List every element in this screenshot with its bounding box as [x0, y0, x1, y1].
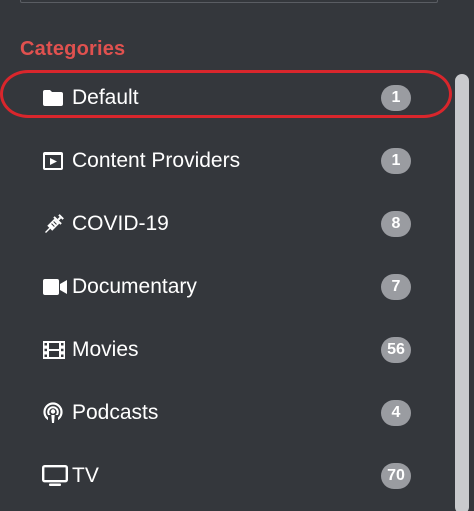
category-item-covid-19[interactable]: COVID-19 8	[0, 192, 452, 255]
category-label: COVID-19	[72, 211, 169, 235]
category-list: Default 1 Content Providers 1 COVID-19 8…	[0, 66, 452, 507]
top-search-box-edge	[20, 0, 438, 3]
category-item-documentary[interactable]: Documentary 7	[0, 255, 452, 318]
video-camera-icon	[42, 276, 68, 298]
category-label: Movies	[72, 337, 139, 361]
folder-icon	[42, 87, 68, 109]
tv-icon	[42, 464, 68, 487]
category-label: Default	[72, 85, 139, 109]
scrollbar-thumb[interactable]	[455, 74, 469, 511]
count-badge: 8	[381, 210, 411, 237]
categories-panel: Categories Default 1 Content Providers 1	[0, 0, 474, 511]
category-item-movies[interactable]: Movies 56	[0, 318, 452, 381]
play-square-icon	[42, 150, 68, 172]
category-item-podcasts[interactable]: Podcasts 4	[0, 381, 452, 444]
syringe-icon	[42, 213, 68, 235]
category-item-tv[interactable]: TV 70	[0, 444, 452, 507]
categories-heading: Categories	[20, 38, 126, 60]
category-label: Content Providers	[72, 148, 241, 172]
count-badge: 1	[381, 84, 411, 111]
count-badge: 70	[381, 462, 411, 489]
category-item-content-providers[interactable]: Content Providers 1	[0, 129, 452, 192]
count-badge: 4	[381, 399, 411, 426]
count-badge: 56	[381, 336, 411, 363]
category-item-default[interactable]: Default 1	[0, 66, 452, 129]
category-label: TV	[72, 463, 99, 487]
count-badge: 1	[381, 147, 411, 174]
podcast-icon	[42, 401, 68, 424]
category-label: Podcasts	[72, 400, 159, 424]
category-label: Documentary	[72, 274, 197, 298]
count-badge: 7	[381, 273, 411, 300]
film-icon	[42, 339, 68, 361]
